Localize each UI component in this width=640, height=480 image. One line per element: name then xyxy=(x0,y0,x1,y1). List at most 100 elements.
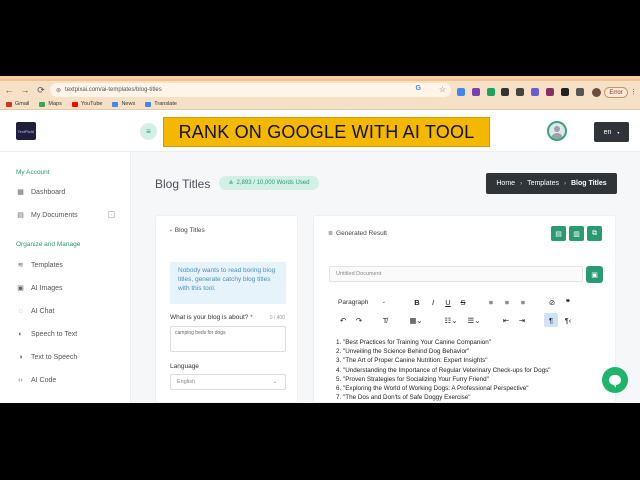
extension-icon[interactable] xyxy=(531,88,539,96)
extension-icon[interactable] xyxy=(561,88,569,96)
user-avatar[interactable] xyxy=(547,121,567,141)
forward-icon[interactable]: → xyxy=(18,83,32,97)
document-title-input[interactable]: Untitled Document xyxy=(329,266,583,282)
menu-toggle-button[interactable]: ≡ xyxy=(140,123,157,140)
extension-icon[interactable] xyxy=(487,88,495,96)
sidebar: My Account ▦ Dashboard ▤ My Documents › Org… xyxy=(0,152,131,403)
sidebar-section-my-account: My Account xyxy=(16,169,50,176)
topic-textarea[interactable]: camping beds for dogs xyxy=(170,326,286,352)
list-item: 4. "Understanding the Importance of Regu… xyxy=(336,366,551,374)
copy-button[interactable]: ⧉ xyxy=(587,226,602,241)
link-icon[interactable]: ⊘ xyxy=(547,295,557,309)
required-marker: * xyxy=(250,314,253,321)
character-counter: 0 / 400 xyxy=(269,315,285,321)
extension-icon[interactable] xyxy=(457,88,465,96)
outdent-icon[interactable]: ⇤ xyxy=(501,313,511,327)
language-label: en xyxy=(603,128,612,136)
site-info-icon[interactable]: ⊚ xyxy=(56,87,61,94)
breadcrumb-templates[interactable]: Templates xyxy=(527,180,559,187)
italic-button[interactable]: I xyxy=(428,295,438,309)
save-icon: ▣ xyxy=(591,271,598,279)
chat-bubble-icon xyxy=(609,375,621,388)
profile-avatar[interactable] xyxy=(592,88,601,97)
numbered-list-icon[interactable]: ☰⌄ xyxy=(465,313,483,327)
caret-down-icon: ▾ xyxy=(617,129,620,135)
ltr-direction-button[interactable]: ¶ xyxy=(544,313,558,327)
sidebar-item-text-to-speech[interactable]: ◑ Text to Speech xyxy=(16,351,121,363)
hamburger-icon: ≡ xyxy=(146,127,151,136)
chevron-down-icon: ⌄ xyxy=(272,379,277,385)
sidebar-item-dashboard[interactable]: ▦ Dashboard xyxy=(16,186,121,198)
underline-button[interactable]: U xyxy=(443,295,453,309)
address-bar[interactable]: ⊚ textpixai.com/ai-templates/blog-titles… xyxy=(50,83,451,97)
breadcrumb-home[interactable]: Home xyxy=(496,180,515,187)
generated-result-card: ≣ Generated Result ▤ ▥ ⧉ Untitled Documen… xyxy=(313,215,616,403)
grid-icon: ▦ xyxy=(17,189,24,196)
rtl-direction-icon[interactable]: ¶‹ xyxy=(562,313,574,327)
bookmark-gmail[interactable]: Gmail xyxy=(6,101,29,107)
clear-format-icon[interactable]: T̸ xyxy=(380,313,390,327)
app-logo[interactable]: TextPixAI xyxy=(16,122,36,140)
bookmark-star-icon[interactable]: ☆ xyxy=(439,85,446,94)
sidebar-section-organize: Organize and Manage xyxy=(16,241,81,248)
language-select[interactable]: English ⌄ xyxy=(170,374,286,390)
bookmarks-bar: Gmail Maps YouTube News Translate xyxy=(0,99,640,110)
editor-toolbar-row-2: ↶ ↷ T̸ ▦⌄ ☷⌄ ☰⌄ ⇤ ⇥ ¶ ¶‹ xyxy=(332,313,602,327)
bookmark-youtube[interactable]: YouTube xyxy=(71,101,102,107)
breadcrumb-current: Blog Titles xyxy=(570,180,607,187)
redo-icon[interactable]: ↷ xyxy=(354,313,364,327)
speaker-icon: ◑ xyxy=(18,353,23,361)
topic-label: What is your blog is about? * xyxy=(170,314,253,321)
bullet-list-icon[interactable]: ☷⌄ xyxy=(442,313,460,327)
list-item: 1. "Best Practices for Training Your Can… xyxy=(336,339,491,346)
table-icon[interactable]: ▦⌄ xyxy=(406,313,426,327)
extension-icon[interactable] xyxy=(516,88,524,96)
bookmark-news[interactable]: News xyxy=(112,101,135,107)
align-left-icon[interactable]: ≡ xyxy=(486,295,496,309)
live-chat-button[interactable] xyxy=(602,367,628,393)
save-document-button[interactable]: ▣ xyxy=(586,266,603,283)
download-word-button[interactable]: ▤ xyxy=(551,226,566,241)
back-icon[interactable]: ← xyxy=(2,83,16,97)
sidebar-item-ai-images[interactable]: ▣ AI Images xyxy=(16,282,121,294)
breadcrumb-separator-icon: › xyxy=(563,180,566,187)
extension-icon[interactable] xyxy=(472,88,480,96)
language-select-button[interactable]: en ▾ xyxy=(594,122,629,142)
sidebar-item-templates[interactable]: ≋ Templates xyxy=(16,259,121,271)
align-center-icon[interactable]: ≡ xyxy=(502,295,512,309)
editor-toolbar-row-1: Paragraph ⌄ B I U S ≡ ≡ ≡ ⊘ ❞ xyxy=(332,295,602,309)
word-file-icon: ▤ xyxy=(555,230,562,238)
error-button[interactable]: Error xyxy=(604,87,628,98)
align-right-icon[interactable]: ≡ xyxy=(518,295,528,309)
list-item: 6. "Exploring the World of Working Dogs:… xyxy=(336,385,529,393)
sidebar-item-my-documents[interactable]: ▤ My Documents › xyxy=(16,209,121,221)
form-card-title: ▪ Blog Titles xyxy=(170,227,205,234)
bookmark-translate[interactable]: Translate xyxy=(145,101,177,107)
strikethrough-button[interactable]: S xyxy=(458,295,468,309)
youtube-icon xyxy=(71,101,78,107)
extension-icon[interactable] xyxy=(546,88,554,96)
sidebar-item-speech-to-text[interactable]: ◐ Speech to Text xyxy=(16,328,121,340)
bold-button[interactable]: B xyxy=(412,295,422,309)
download-pdf-button[interactable]: ▥ xyxy=(569,226,584,241)
generated-titles-list[interactable]: 1. "Best Practices for Training Your Can… xyxy=(336,338,606,402)
copy-icon: ⧉ xyxy=(592,229,597,237)
undo-icon[interactable]: ↶ xyxy=(338,313,348,327)
sidebar-item-ai-chat[interactable]: ◌ AI Chat xyxy=(16,305,121,317)
indent-icon[interactable]: ⇥ xyxy=(517,313,527,327)
expand-icon[interactable]: › xyxy=(108,211,115,218)
chat-icon: ◌ xyxy=(18,307,23,315)
breadcrumb: Home › Templates › Blog Titles xyxy=(486,173,617,194)
sidebar-item-ai-code[interactable]: ‹› AI Code xyxy=(16,374,121,386)
more-menu-icon[interactable]: ⋮ xyxy=(630,88,637,96)
quote-icon[interactable]: ❞ xyxy=(563,295,573,309)
paragraph-style-select[interactable]: Paragraph ⌄ xyxy=(332,295,392,309)
app-header: TextPixAI ≡ RANK ON GOOGLE WITH AI TOOL … xyxy=(0,110,640,152)
google-lens-icon[interactable]: G xyxy=(416,85,421,92)
gmail-icon xyxy=(6,101,12,107)
bookmark-maps[interactable]: Maps xyxy=(39,101,62,107)
puzzle-icon[interactable] xyxy=(576,88,584,96)
credit-icon: ≙ xyxy=(228,180,234,187)
extension-icon[interactable] xyxy=(501,88,509,96)
reload-icon[interactable]: ⟳ xyxy=(34,83,48,97)
